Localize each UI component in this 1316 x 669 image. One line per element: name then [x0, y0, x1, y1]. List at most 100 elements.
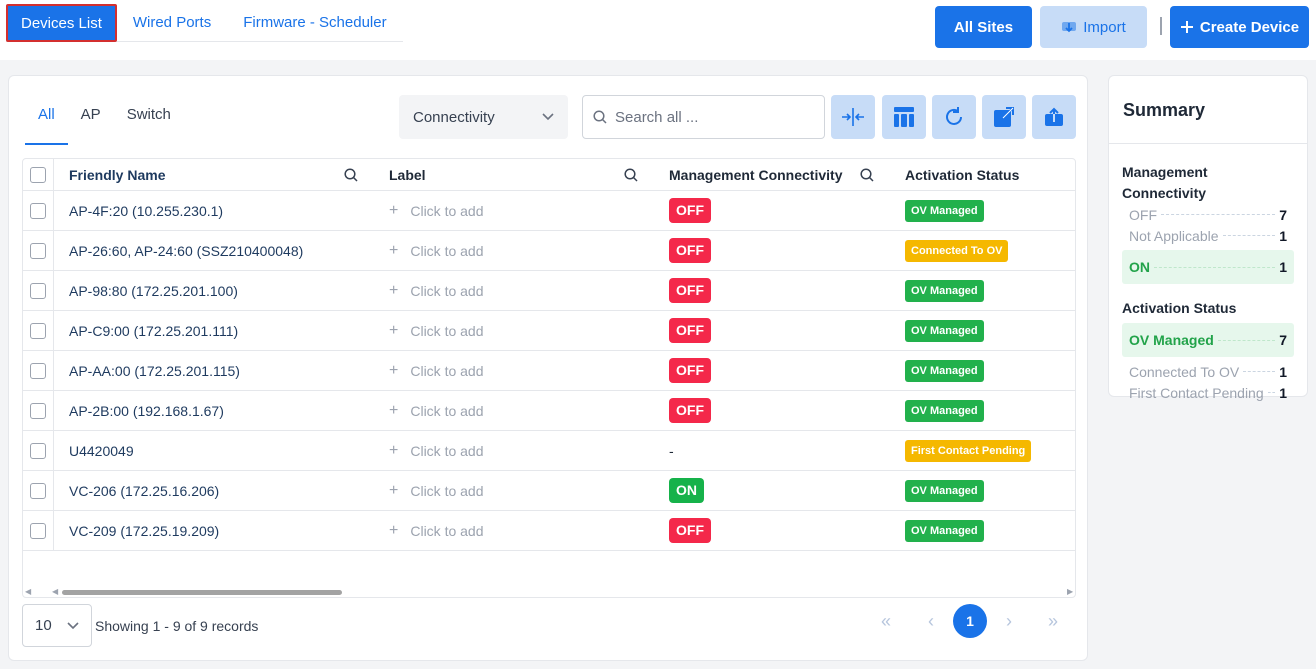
activation-status-badge: OV Managed — [905, 519, 984, 542]
table-row[interactable]: AP-26:60, AP-24:60 (SSZ210400048) + Click… — [23, 231, 1075, 271]
table-row[interactable]: AP-2B:00 (192.168.1.67) + Click to add OF… — [23, 391, 1075, 431]
row-checkbox[interactable] — [30, 202, 46, 219]
activation-status-badge: OV Managed — [905, 279, 984, 302]
upload-button[interactable] — [1032, 95, 1076, 139]
summary-row-label: ON — [1129, 259, 1150, 275]
add-label-link[interactable]: + Click to add — [389, 402, 484, 420]
add-label-link[interactable]: + Click to add — [389, 202, 484, 220]
row-checkbox[interactable] — [30, 402, 46, 419]
connectivity-badge: OFF — [669, 398, 711, 423]
friendly-name[interactable]: VC-209 (172.25.19.209) — [69, 523, 219, 539]
first-page-button[interactable]: « — [869, 604, 903, 638]
add-label-link[interactable]: + Click to add — [389, 322, 484, 340]
scrollbar-thumb[interactable] — [62, 590, 342, 595]
friendly-name[interactable]: VC-206 (172.25.16.206) — [69, 483, 219, 499]
summary-row[interactable]: ON 1 — [1122, 250, 1294, 284]
tab-all[interactable]: All — [25, 106, 68, 145]
plus-icon: + — [389, 361, 399, 379]
next-page-button[interactable]: › — [992, 604, 1026, 638]
friendly-name[interactable]: AP-4F:20 (10.255.230.1) — [69, 203, 223, 219]
search-input[interactable] — [615, 108, 805, 126]
connectivity-select-label: Connectivity — [413, 108, 495, 126]
add-label-link[interactable]: + Click to add — [389, 522, 484, 540]
friendly-name[interactable]: AP-26:60, AP-24:60 (SSZ210400048) — [69, 243, 303, 259]
add-label-link[interactable]: + Click to add — [389, 362, 484, 380]
activation-status-badge: OV Managed — [905, 319, 984, 342]
add-label-link[interactable]: + Click to add — [389, 282, 484, 300]
add-label-text: Click to add — [410, 242, 484, 259]
tab-ap[interactable]: AP — [68, 106, 114, 145]
scroll-right-icon[interactable]: ▶ — [1067, 587, 1073, 596]
summary-row[interactable]: OV Managed 7 — [1122, 323, 1294, 357]
tab-wired-ports[interactable]: Wired Ports — [117, 4, 227, 41]
table-row[interactable]: U4420049 + Click to add - First Contact P… — [23, 431, 1075, 471]
double-chevron-left-icon: « — [880, 610, 891, 631]
tab-devices-list[interactable]: Devices List — [6, 4, 117, 42]
open-external-button[interactable] — [982, 95, 1026, 139]
table-row[interactable]: AP-C9:00 (172.25.201.111) + Click to add … — [23, 311, 1075, 351]
search-icon — [593, 110, 607, 124]
summary-row-label: OFF — [1129, 206, 1157, 223]
plus-icon: + — [389, 201, 399, 219]
summary-row[interactable]: First Contact Pending 1 — [1122, 382, 1294, 403]
search-box — [582, 95, 825, 139]
friendly-name[interactable]: U4420049 — [69, 443, 134, 459]
search-icon[interactable] — [624, 167, 638, 182]
scroll-left-icon[interactable]: ◀ — [52, 587, 58, 596]
table-row[interactable]: VC-209 (172.25.19.209) + Click to add OFF… — [23, 511, 1075, 551]
page-size-select[interactable]: 10 — [22, 604, 92, 647]
page-button-current[interactable]: 1 — [953, 604, 987, 638]
friendly-name[interactable]: AP-2B:00 (192.168.1.67) — [69, 403, 224, 419]
summary-row[interactable]: Connected To OV 1 — [1122, 361, 1294, 382]
summary-row[interactable]: OFF 7 — [1122, 204, 1294, 225]
last-page-button[interactable]: » — [1036, 604, 1070, 638]
scroll-left-icon[interactable]: ◀ — [25, 587, 31, 596]
table-row[interactable]: AP-98:80 (172.25.201.100) + Click to add … — [23, 271, 1075, 311]
import-button[interactable]: Import — [1040, 6, 1147, 48]
prev-page-button[interactable]: ‹ — [914, 604, 948, 638]
row-checkbox[interactable] — [30, 282, 46, 299]
summary-row[interactable]: Not Applicable 1 — [1122, 225, 1294, 246]
add-label-link[interactable]: + Click to add — [389, 242, 484, 260]
connectivity-select[interactable]: Connectivity — [399, 95, 568, 139]
add-label-text: Click to add — [410, 482, 484, 499]
activation-status-badge: OV Managed — [905, 359, 984, 382]
collapse-columns-button[interactable] — [831, 95, 875, 139]
refresh-button[interactable] — [932, 95, 976, 139]
open-external-icon — [994, 107, 1014, 127]
search-icon[interactable] — [344, 167, 358, 182]
row-checkbox[interactable] — [30, 242, 46, 259]
add-label-link[interactable]: + Click to add — [389, 442, 484, 460]
summary-row-count: 7 — [1279, 332, 1287, 348]
row-checkbox[interactable] — [30, 522, 46, 539]
search-icon[interactable] — [860, 167, 874, 182]
management-summary-title: Management Connectivity — [1122, 164, 1208, 201]
plus-icon: + — [389, 321, 399, 339]
friendly-name[interactable]: AP-98:80 (172.25.201.100) — [69, 283, 238, 299]
table-row[interactable]: VC-206 (172.25.16.206) + Click to add ON … — [23, 471, 1075, 511]
table-row[interactable]: AP-4F:20 (10.255.230.1) + Click to add OF… — [23, 191, 1075, 231]
tab-switch[interactable]: Switch — [114, 106, 184, 145]
tab-firmware-scheduler[interactable]: Firmware - Scheduler — [227, 4, 402, 41]
friendly-name[interactable]: AP-AA:00 (172.25.201.115) — [69, 363, 240, 379]
row-checkbox[interactable] — [30, 442, 46, 459]
horizontal-scrollbar[interactable]: ◀ ◀ ▶ — [22, 585, 1076, 597]
table-row[interactable]: AP-AA:00 (172.25.201.115) + Click to add … — [23, 351, 1075, 391]
device-type-tabs: All AP Switch — [25, 106, 184, 145]
create-device-button[interactable]: Create Device — [1170, 6, 1309, 48]
plus-icon: + — [389, 401, 399, 419]
import-icon — [1062, 22, 1077, 33]
friendly-name[interactable]: AP-C9:00 (172.25.201.111) — [69, 323, 238, 339]
summary-row-count: 7 — [1279, 206, 1287, 223]
plus-icon: + — [389, 241, 399, 259]
add-label-link[interactable]: + Click to add — [389, 482, 484, 500]
column-header-management-connectivity: Management Connectivity — [669, 166, 843, 183]
column-layout-button[interactable] — [882, 95, 926, 139]
all-sites-button[interactable]: All Sites — [935, 6, 1032, 48]
plus-icon: + — [389, 521, 399, 539]
select-all-checkbox[interactable] — [30, 166, 46, 183]
row-checkbox[interactable] — [30, 482, 46, 499]
row-checkbox[interactable] — [30, 322, 46, 339]
activation-status-badge: Connected To OV — [905, 239, 1009, 262]
row-checkbox[interactable] — [30, 362, 46, 379]
